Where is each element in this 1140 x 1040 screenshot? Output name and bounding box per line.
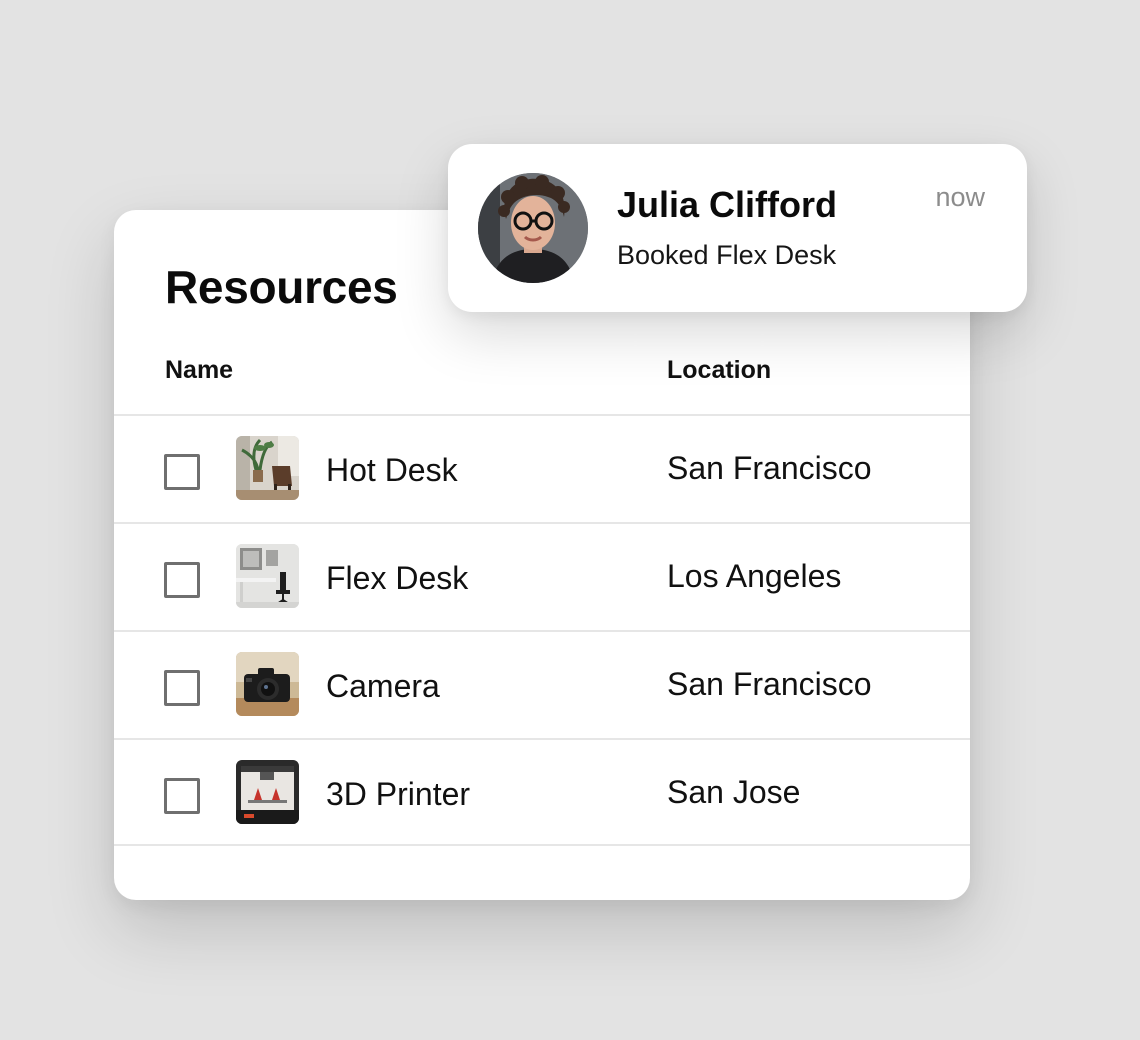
notification-timestamp: now: [935, 182, 985, 212]
resources-table: Hot Desk San Francisco Flex Desk Los Ang…: [114, 414, 970, 846]
resource-location: San Francisco: [667, 450, 872, 486]
column-header-name[interactable]: Name: [165, 356, 233, 385]
resource-location: Los Angeles: [667, 558, 842, 594]
avatar: [478, 173, 588, 283]
flex-desk-thumbnail: [236, 544, 299, 608]
resource-name: Flex Desk: [326, 560, 469, 596]
notification-message: Booked Flex Desk: [617, 240, 837, 270]
resource-name: 3D Printer: [326, 776, 471, 812]
3d-printer-thumbnail: [236, 760, 299, 824]
hot-desk-thumbnail: [236, 436, 299, 500]
flex-desk-photo-icon: [236, 544, 299, 608]
3d-printer-photo-icon: [236, 760, 299, 824]
row-checkbox[interactable]: [164, 670, 200, 706]
row-checkbox[interactable]: [164, 454, 200, 490]
row-checkbox[interactable]: [164, 778, 200, 814]
notification-user-name: Julia Clifford: [617, 184, 838, 225]
table-row[interactable]: 3D Printer San Jose: [114, 738, 970, 846]
table-row[interactable]: Flex Desk Los Angeles: [114, 522, 970, 630]
column-header-location[interactable]: Location: [667, 356, 771, 385]
resource-location: San Francisco: [667, 666, 872, 702]
user-avatar-photo-icon: [478, 173, 588, 283]
resource-name: Hot Desk: [326, 452, 458, 488]
resource-name: Camera: [326, 668, 440, 704]
table-row[interactable]: Hot Desk San Francisco: [114, 414, 970, 522]
table-row[interactable]: Camera San Francisco: [114, 630, 970, 738]
camera-thumbnail: [236, 652, 299, 716]
booking-notification[interactable]: Julia Clifford Booked Flex Desk now: [448, 144, 1027, 312]
resource-location: San Jose: [667, 774, 801, 810]
hot-desk-photo-icon: [236, 436, 299, 500]
page-title: Resources: [165, 261, 398, 313]
resources-card: Resources Name Location Hot Desk San Fra…: [114, 210, 970, 900]
row-checkbox[interactable]: [164, 562, 200, 598]
camera-photo-icon: [236, 652, 299, 716]
